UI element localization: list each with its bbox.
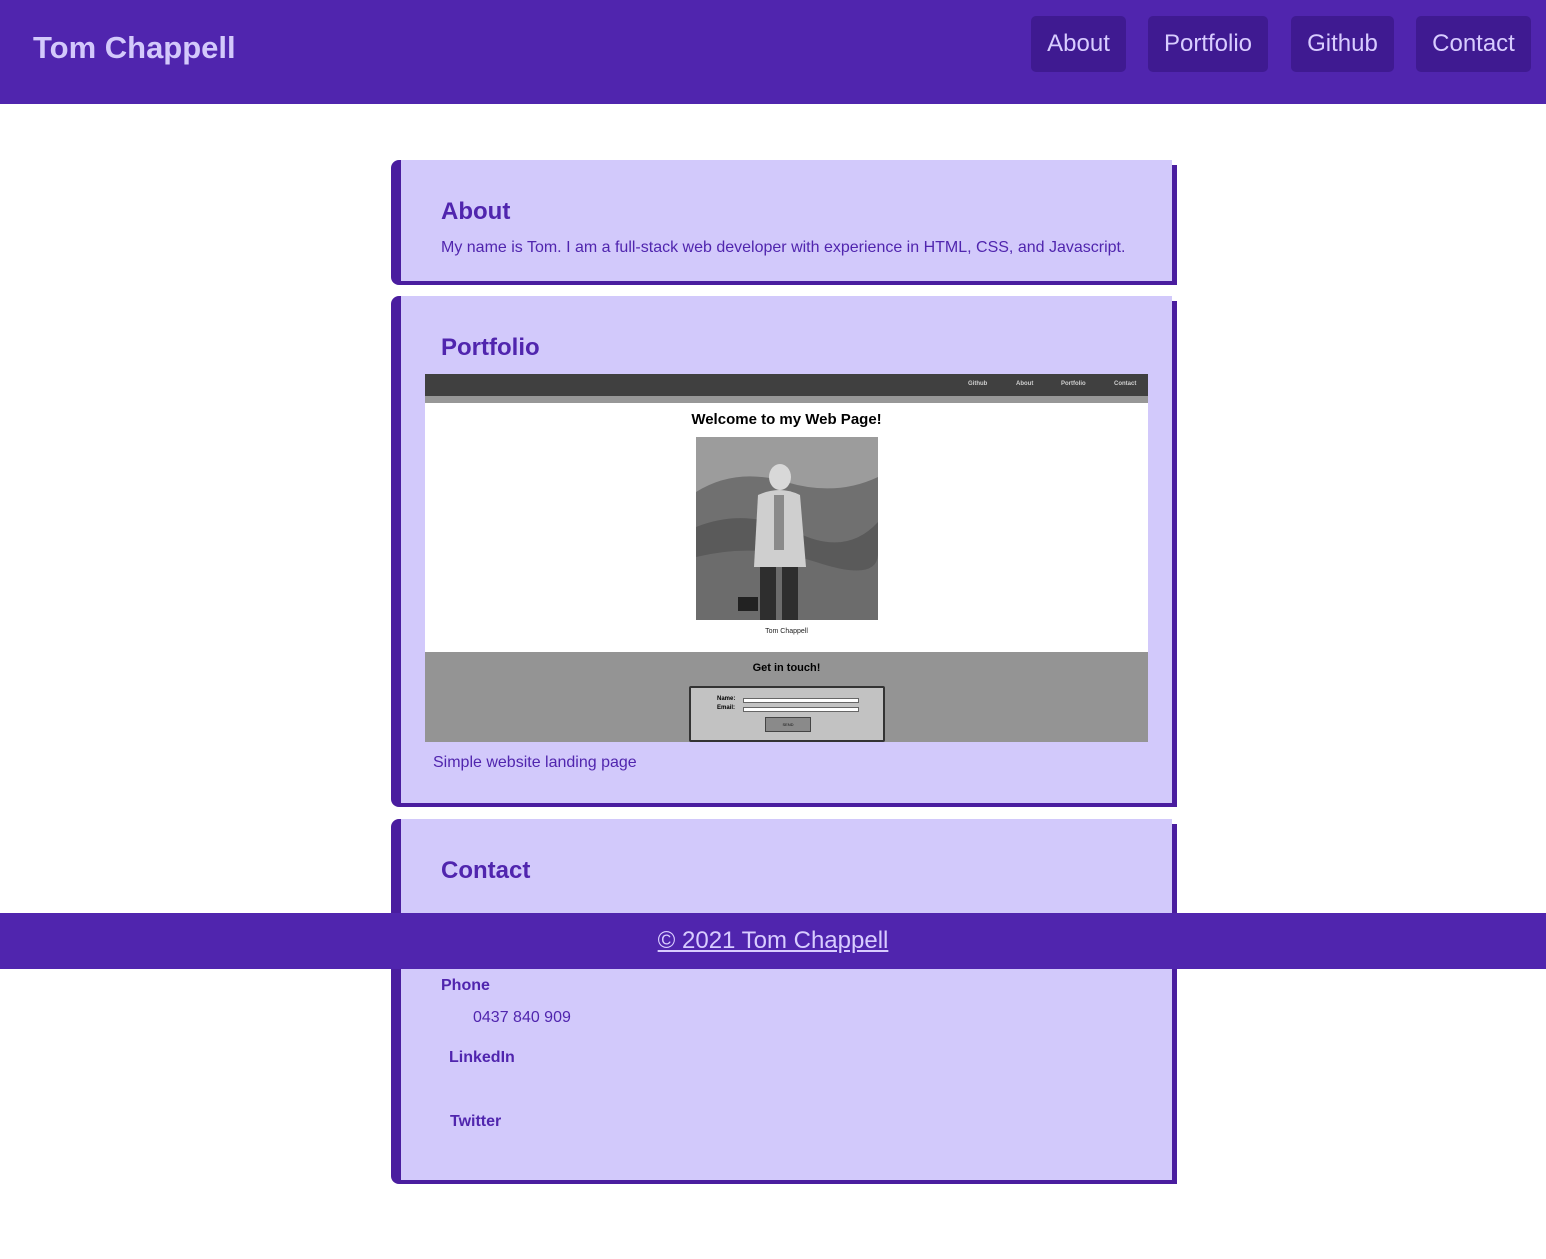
- phone-label: Phone: [441, 977, 490, 994]
- site-header: Tom Chappell About Portfolio Github Cont…: [0, 0, 1546, 104]
- profile-photo: [696, 437, 878, 620]
- screenshot-name-field: [743, 698, 859, 703]
- linkedin-link[interactable]: LinkedIn: [449, 1049, 515, 1067]
- screenshot-strip: [425, 396, 1148, 403]
- profile-photo-image: [696, 437, 878, 620]
- site-title: Tom Chappell: [33, 30, 236, 65]
- screenshot-footer: Get in touch! Name: Email: SEND: [425, 652, 1148, 742]
- nav-contact-button[interactable]: Contact: [1416, 16, 1531, 72]
- site-footer: © 2021 Tom Chappell: [0, 913, 1546, 969]
- screenshot-contact-form: Name: Email: SEND: [689, 686, 885, 742]
- screenshot-photo-caption: Tom Chappell: [765, 628, 808, 635]
- screenshot-nav-item: About: [1016, 381, 1034, 387]
- screenshot-footer-title: Get in touch!: [752, 662, 821, 674]
- nav-about-button[interactable]: About: [1031, 16, 1126, 72]
- contact-title: Contact: [441, 857, 531, 884]
- screenshot-navbar: Github About Portfolio Contact: [425, 374, 1148, 396]
- screenshot-nav-item: Portfolio: [1061, 381, 1086, 387]
- nav-github-button[interactable]: Github: [1291, 16, 1394, 72]
- phone-value[interactable]: 0437 840 909: [473, 1009, 571, 1027]
- portfolio-screenshot[interactable]: Github About Portfolio Contact Welcome t…: [425, 374, 1148, 742]
- contact-section: Contact Phone 0437 840 909 LinkedIn Twit…: [391, 819, 1177, 1184]
- twitter-link[interactable]: Twitter: [450, 1113, 501, 1131]
- screenshot-nav-item: Github: [968, 381, 988, 387]
- about-title: About: [441, 198, 511, 225]
- nav-portfolio-button[interactable]: Portfolio: [1148, 16, 1268, 72]
- screenshot-name-label: Name:: [717, 696, 736, 702]
- about-section: About My name is Tom. I am a full-stack …: [391, 160, 1177, 285]
- screenshot-send-button: SEND: [765, 717, 811, 732]
- screenshot-email-field: [743, 707, 859, 712]
- footer-copyright-link[interactable]: © 2021 Tom Chappell: [658, 927, 889, 955]
- portfolio-item-caption: Simple website landing page: [433, 754, 637, 771]
- about-text: My name is Tom. I am a full-stack web de…: [441, 239, 1126, 256]
- screenshot-heading: Welcome to my Web Page!: [691, 411, 882, 428]
- portfolio-title: Portfolio: [441, 334, 540, 361]
- screenshot-nav-item: Contact: [1114, 381, 1137, 387]
- portfolio-section: Portfolio Github About Portfolio Contact…: [391, 296, 1177, 807]
- screenshot-email-label: Email:: [717, 705, 736, 711]
